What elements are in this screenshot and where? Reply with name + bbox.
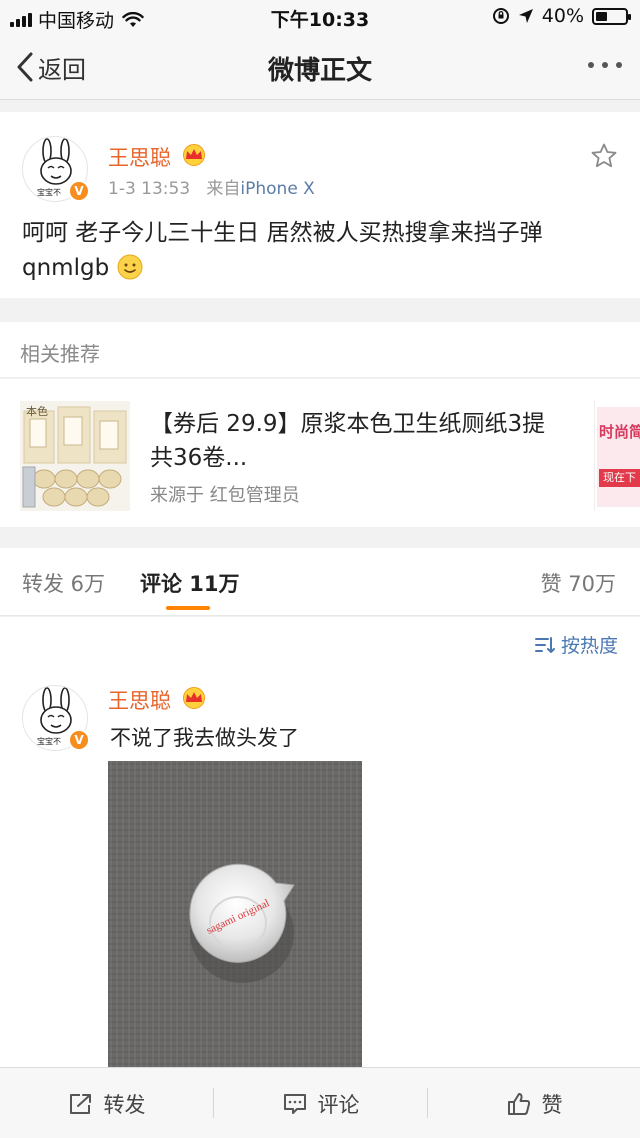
active-tab-indicator [166, 606, 210, 610]
next-thumb-badge: 现在下 [599, 469, 640, 487]
status-bar-right: 40% [492, 5, 631, 27]
vip-crown-icon [183, 687, 205, 709]
thumbnail-text: 本色 [26, 405, 48, 418]
comment-author[interactable]: 王思聪 [108, 685, 171, 715]
post-meta: 1-3 13:53 来自iPhone X [108, 174, 315, 199]
related-item-title[interactable]: 【券后 29.9】原浆本色卫生纸厕纸3提 共36卷... [150, 407, 570, 475]
next-thumb-title: 时尚简 [599, 423, 640, 441]
related-heading: 相关推荐 [20, 342, 100, 366]
tab-reposts[interactable]: 转发 6万 [22, 568, 105, 598]
interaction-tabs: 转发 6万 评论 11万 赞 70万 [0, 548, 640, 616]
verified-badge: V [68, 180, 90, 202]
sort-icon [534, 636, 555, 653]
related-item-thumbnail: 本色 [20, 401, 130, 511]
post-text-line1: 呵呵 老子今儿三十生日 居然被人买热搜拿来挡子弹 [22, 220, 543, 246]
battery-icon [592, 7, 631, 25]
comment-button[interactable]: 评论 [214, 1068, 427, 1138]
tab-likes[interactable]: 赞 70万 [541, 568, 616, 598]
smile-emoji-icon [117, 254, 143, 280]
repost-icon [69, 1093, 91, 1114]
post-text: 呵呵 老子今儿三十生日 居然被人买热搜拿来挡子弹 qnmlgb [22, 216, 622, 286]
verified-badge: V [68, 729, 90, 751]
comment-label: 评论 [317, 1092, 360, 1117]
post-author[interactable]: 王思聪 [108, 142, 171, 172]
comment-icon [283, 1093, 306, 1114]
post-card: 宝宝不 V 王思聪 1-3 13:53 来自iPhone X 呵呵 老子今儿三十… [0, 112, 640, 298]
location-icon [518, 9, 533, 23]
bottom-action-bar: 转发 评论 赞 [0, 1067, 640, 1138]
battery-percent: 40% [541, 5, 584, 27]
related-item-source: 来源于 红包管理员 [150, 485, 300, 506]
tab-comments[interactable]: 评论 11万 [140, 568, 240, 598]
post-text-line2: qnmlgb [22, 255, 110, 281]
post-source-prefix: 来自 [206, 179, 241, 199]
repost-button[interactable]: 转发 [0, 1068, 213, 1138]
like-button[interactable]: 赞 [428, 1068, 640, 1138]
next-related-thumbnail[interactable]: 时尚简 现在下 [594, 401, 640, 511]
rotation-lock-icon [492, 8, 509, 24]
post-timestamp: 1-3 13:53 [108, 179, 191, 199]
avatar-caption: 宝宝不 [37, 188, 61, 197]
nav-bar: 返回 微博正文 [0, 34, 640, 100]
comment-text: 不说了我去做头发了 [110, 726, 299, 750]
page-title: 微博正文 [267, 56, 372, 86]
like-label: 赞 [541, 1092, 563, 1117]
vip-crown-icon [183, 144, 205, 166]
related-item[interactable]: 本色 【券后 29.9】原浆本色卫生纸厕纸3提 共36卷... 来源于 红包管理… [0, 379, 640, 527]
favorite-star-icon[interactable] [590, 142, 618, 170]
avatar-caption: 宝宝不 [37, 737, 61, 746]
repost-label: 转发 [103, 1092, 146, 1117]
comments-section: 按热度 宝宝不 V 王思聪 不说了我去做头发了 sagami original [0, 617, 640, 1071]
more-button[interactable] [588, 62, 622, 68]
post-source[interactable]: iPhone X [240, 179, 314, 199]
thumbs-up-icon [507, 1092, 530, 1115]
related-section-header: 相关推荐 [0, 322, 640, 378]
comment-image[interactable]: sagami original [108, 761, 362, 1071]
sort-label: 按热度 [560, 635, 618, 657]
status-bar: 中国移动 下午10:33 40% [0, 0, 640, 34]
sort-by-hot-button[interactable]: 按热度 [534, 631, 618, 658]
